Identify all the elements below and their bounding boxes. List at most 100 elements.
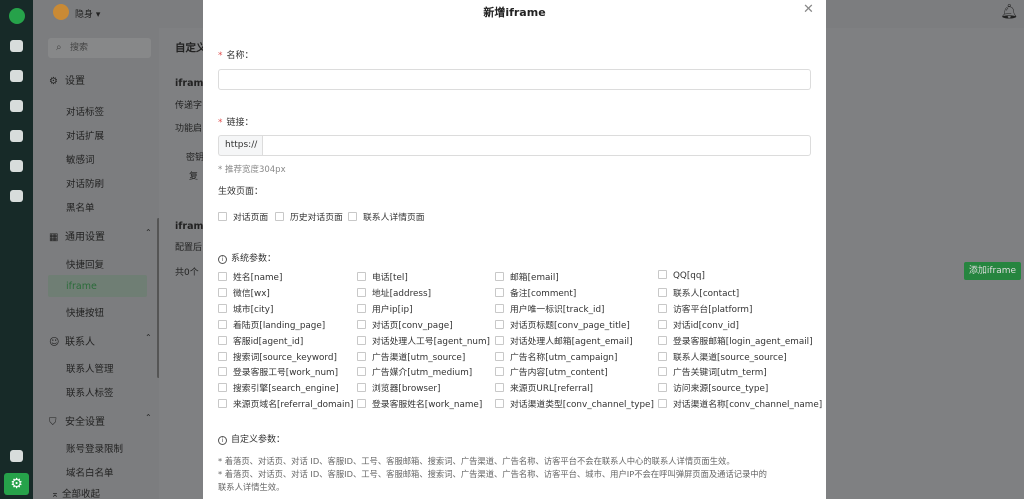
apps-icon[interactable] bbox=[10, 450, 23, 462]
checkbox-box[interactable] bbox=[658, 319, 667, 329]
system-param-checkbox[interactable]: 联系人渠道[source_source] bbox=[658, 350, 787, 363]
collapse-all-button[interactable]: ⌅ 全部收起 bbox=[51, 486, 100, 499]
system-param-checkbox[interactable]: 对话渠道名称[conv_channel_name] bbox=[658, 397, 822, 410]
settings-gear-icon[interactable]: ⚙ bbox=[4, 473, 29, 495]
system-param-checkbox[interactable]: 用户ip[ip] bbox=[357, 302, 413, 315]
bell-icon[interactable]: 🔔︎ bbox=[1000, 4, 1018, 20]
checkbox-box[interactable] bbox=[658, 270, 667, 279]
checkbox-box[interactable] bbox=[357, 319, 366, 329]
sidebar-item-quick-buttons[interactable]: 快捷按钮 bbox=[66, 305, 104, 319]
sidebar-group-security[interactable]: ⛉ 安全设置 ⌃ bbox=[49, 413, 152, 428]
sidebar-item-conv-ext[interactable]: 对话扩展 bbox=[66, 128, 104, 142]
system-param-checkbox[interactable]: QQ[qq] bbox=[658, 270, 705, 281]
checkbox-box[interactable] bbox=[218, 383, 227, 393]
checkbox-box[interactable] bbox=[357, 303, 366, 313]
checkbox-box[interactable] bbox=[218, 272, 227, 281]
system-param-checkbox[interactable]: 地址[address] bbox=[357, 286, 431, 299]
close-icon[interactable]: ✕ bbox=[803, 2, 814, 17]
name-input[interactable] bbox=[218, 69, 811, 90]
checkbox-box[interactable] bbox=[357, 399, 366, 409]
user-status[interactable]: 隐身 ▾ bbox=[75, 7, 100, 20]
sidebar-item-anti-spam[interactable]: 对话防刷 bbox=[66, 176, 104, 190]
checkbox-box[interactable] bbox=[658, 367, 667, 377]
system-param-checkbox[interactable]: 广告名称[utm_campaign] bbox=[495, 350, 617, 363]
sidebar-item-domain-whitelist[interactable]: 域名白名单 bbox=[66, 465, 114, 479]
system-param-checkbox[interactable]: 对话渠道类型[conv_channel_type] bbox=[495, 397, 654, 410]
system-param-checkbox[interactable]: 访问来源[source_type] bbox=[658, 381, 768, 394]
checkbox-box[interactable] bbox=[658, 383, 667, 393]
system-param-checkbox[interactable]: 浏览器[browser] bbox=[357, 381, 440, 394]
sidebar-group-general[interactable]: ▦ 通用设置 ⌃ bbox=[49, 228, 152, 243]
checkbox-box[interactable] bbox=[357, 367, 366, 377]
checkbox-box[interactable] bbox=[218, 287, 227, 297]
system-param-checkbox[interactable]: 来源页URL[referral] bbox=[495, 381, 593, 394]
checkbox-box[interactable] bbox=[658, 399, 667, 409]
chat-icon[interactable] bbox=[10, 40, 23, 52]
checkbox-box[interactable] bbox=[495, 319, 504, 329]
checkbox-box[interactable] bbox=[495, 272, 504, 281]
system-param-checkbox[interactable]: 对话页[conv_page] bbox=[357, 318, 453, 331]
link-input[interactable] bbox=[262, 135, 811, 156]
system-param-checkbox[interactable]: 登录客服姓名[work_name] bbox=[357, 397, 482, 410]
link-prefix[interactable]: https:// bbox=[218, 135, 262, 156]
sidebar-group-contact[interactable]: ☺ 联系人 ⌃ bbox=[49, 333, 152, 348]
system-param-checkbox[interactable]: 城市[city] bbox=[218, 302, 273, 315]
sidebar-item-conv-tags[interactable]: 对话标签 bbox=[66, 104, 104, 118]
sidebar-item-blacklist[interactable]: 黑名单 bbox=[66, 200, 95, 214]
system-param-checkbox[interactable]: 邮箱[email] bbox=[495, 270, 559, 283]
system-param-checkbox[interactable]: 着陆页[landing_page] bbox=[218, 318, 325, 331]
system-param-checkbox[interactable]: 姓名[name] bbox=[218, 270, 282, 283]
checkbox-box[interactable] bbox=[658, 287, 667, 297]
checkbox-box[interactable] bbox=[495, 287, 504, 297]
sidebar-item-contact-manage[interactable]: 联系人管理 bbox=[66, 361, 114, 375]
system-param-checkbox[interactable]: 广告渠道[utm_source] bbox=[357, 350, 465, 363]
system-param-checkbox[interactable]: 广告关键词[utm_term] bbox=[658, 365, 767, 378]
system-param-checkbox[interactable]: 备注[comment] bbox=[495, 286, 576, 299]
system-param-checkbox[interactable]: 访客平台[platform] bbox=[658, 302, 752, 315]
monitor-icon[interactable] bbox=[10, 100, 23, 112]
checkbox-box[interactable] bbox=[218, 351, 227, 361]
checkbox-box[interactable] bbox=[658, 303, 667, 313]
checkbox-box[interactable] bbox=[357, 272, 366, 281]
sidebar-group-settings[interactable]: ⚙ 设置 bbox=[49, 72, 85, 87]
system-param-checkbox[interactable]: 对话处理人邮箱[agent_email] bbox=[495, 334, 633, 347]
checkbox-box[interactable] bbox=[495, 399, 504, 409]
system-param-checkbox[interactable]: 联系人[contact] bbox=[658, 286, 739, 299]
system-param-checkbox[interactable]: 搜索词[source_keyword] bbox=[218, 350, 337, 363]
system-param-checkbox[interactable]: 来源页域名[referral_domain] bbox=[218, 397, 353, 410]
checkbox-box[interactable] bbox=[495, 303, 504, 313]
system-param-checkbox[interactable]: 登录客服邮箱[login_agent_email] bbox=[658, 334, 813, 347]
checkbox-box[interactable] bbox=[357, 287, 366, 297]
sidebar-item-iframe[interactable]: iframe bbox=[66, 281, 97, 292]
system-param-checkbox[interactable]: 微信[wx] bbox=[218, 286, 270, 299]
checkbox-box[interactable] bbox=[218, 367, 227, 377]
system-param-checkbox[interactable]: 用户唯一标识[track_id] bbox=[495, 302, 604, 315]
checkbox-box[interactable] bbox=[495, 383, 504, 393]
page-checkbox-history[interactable]: 历史对话页面 bbox=[275, 210, 343, 223]
add-iframe-button[interactable]: 添加iframe bbox=[964, 262, 1021, 280]
history-icon[interactable] bbox=[10, 70, 23, 82]
sidebar-search-input[interactable]: ⌕ 搜索 bbox=[48, 38, 151, 58]
checkbox-box[interactable] bbox=[495, 335, 504, 345]
system-param-checkbox[interactable]: 对话id[conv_id] bbox=[658, 318, 739, 331]
page-checkbox-contact-detail[interactable]: 联系人详情页面 bbox=[348, 210, 425, 223]
system-param-checkbox[interactable]: 广告内容[utm_content] bbox=[495, 365, 608, 378]
system-param-checkbox[interactable]: 广告媒介[utm_medium] bbox=[357, 365, 472, 378]
ticket-icon[interactable] bbox=[10, 190, 23, 202]
sidebar-item-quick-reply[interactable]: 快捷回复 bbox=[66, 257, 104, 271]
system-param-checkbox[interactable]: 搜索引擎[search_engine] bbox=[218, 381, 339, 394]
checkbox-box[interactable] bbox=[357, 383, 366, 393]
checkbox-box[interactable] bbox=[495, 367, 504, 377]
checkbox-box[interactable] bbox=[218, 303, 227, 313]
checkbox-box[interactable] bbox=[658, 351, 667, 361]
checkbox-box[interactable] bbox=[357, 335, 366, 345]
system-param-checkbox[interactable]: 电话[tel] bbox=[357, 270, 408, 283]
checkbox-box[interactable] bbox=[218, 319, 227, 329]
copy-label[interactable]: 复 bbox=[189, 169, 198, 182]
contacts-icon[interactable] bbox=[10, 130, 23, 142]
system-param-checkbox[interactable]: 客服id[agent_id] bbox=[218, 334, 303, 347]
checkbox-box[interactable] bbox=[218, 399, 227, 409]
checkbox-box[interactable] bbox=[658, 335, 667, 345]
avatar[interactable] bbox=[53, 4, 69, 20]
checkbox-box[interactable] bbox=[357, 351, 366, 361]
